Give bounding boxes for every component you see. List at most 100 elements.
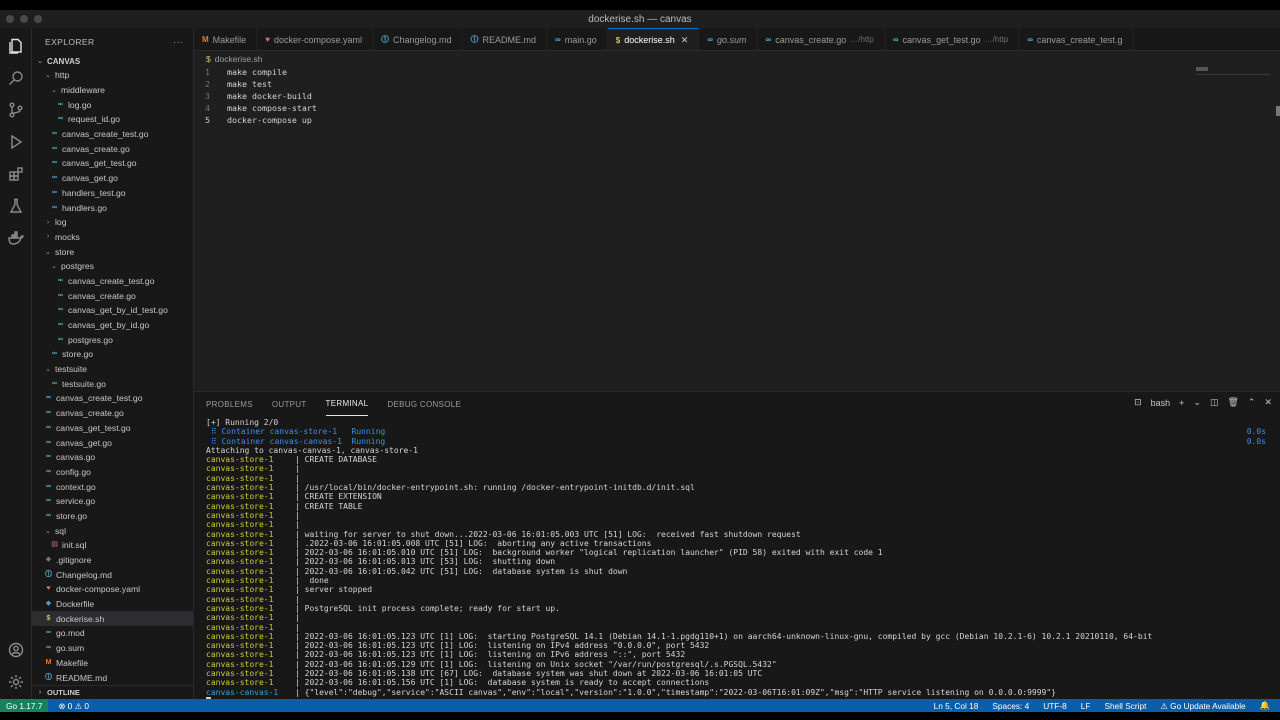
cursor-position-status[interactable]: Ln 5, Col 18 [934,701,979,711]
file-item[interactable]: ∞ canvas_create.go [32,141,193,156]
folder-item[interactable]: ⌄ testsuite [32,362,193,377]
file-item[interactable]: ∞ canvas_create.go [32,288,193,303]
editor-tab[interactable]: $ dockerise.sh ✕ [607,28,700,50]
breadcrumb[interactable]: $ dockerise.sh [194,51,1280,66]
close-window-button[interactable] [6,15,14,23]
terminal-shell-label[interactable]: bash [1151,398,1171,408]
file-item[interactable]: ∞ handlers_test.go [32,186,193,201]
code-line[interactable]: 5 docker-compose up [194,114,1280,126]
file-item[interactable]: ∞ canvas_get_by_id_test.go [32,303,193,318]
code-line[interactable]: 1 make compile [194,66,1280,78]
file-item[interactable]: ∞ canvas_get.go [32,435,193,450]
close-icon[interactable]: ✕ [1264,397,1272,408]
terminal-output[interactable]: [+] Running 2/0 ⠿ Container canvas-store… [206,418,1266,706]
extensions-icon[interactable] [6,164,26,184]
file-item[interactable]: ∞ canvas_get_test.go [32,421,193,436]
file-item[interactable]: ∞ canvas_create_test.go [32,127,193,142]
folder-item[interactable]: › mocks [32,230,193,245]
panel-tab-problems[interactable]: PROBLEMS [206,392,253,416]
panel-tab-terminal[interactable]: TERMINAL [325,392,369,416]
file-item[interactable]: ∞ canvas_create_test.go [32,274,193,289]
folder-item[interactable]: ⌄ postgres [32,259,193,274]
docker-icon[interactable] [6,228,26,248]
file-item[interactable]: ∞ canvas_create.go [32,406,193,421]
file-item[interactable]: ∞ go.sum [32,641,193,656]
editor-tab[interactable]: ⓵ Changelog.md [373,28,463,50]
file-item[interactable]: ∞ store.go [32,347,193,362]
file-item[interactable]: ♥ docker-compose.yaml [32,582,193,597]
file-item[interactable]: ∞ go.mod [32,626,193,641]
new-terminal-icon[interactable]: + [1179,398,1184,408]
file-item[interactable]: ∞ canvas_get_by_id.go [32,318,193,333]
file-item[interactable]: ∞ request_id.go [32,112,193,127]
file-item[interactable]: ▤ init.sql [32,538,193,553]
folder-item[interactable]: ⌄ http [32,68,193,83]
file-item[interactable]: $ dockerise.sh [32,611,193,627]
search-icon[interactable] [6,68,26,88]
minimap[interactable] [1196,65,1270,75]
minimize-window-button[interactable] [20,15,28,23]
file-item[interactable]: ∞ config.go [32,465,193,480]
code-editor[interactable]: $ dockerise.sh 1 make compile 2 make test 3 m… [194,51,1280,391]
account-icon[interactable] [6,640,26,660]
code-lines[interactable]: 1 make compile 2 make test 3 make docker-buil… [194,66,1280,126]
file-item[interactable]: ◆ Dockerfile [32,597,193,612]
file-item[interactable]: ∞ canvas_create_test.go [32,391,193,406]
breadcrumb-file[interactable]: dockerise.sh [215,54,263,64]
file-item[interactable]: ∞ testsuite.go [32,376,193,391]
folder-item[interactable]: ⌄ middleware [32,83,193,98]
file-item[interactable]: ∞ postgres.go [32,332,193,347]
window-controls[interactable] [6,15,42,23]
trash-icon[interactable]: 🗑 [1227,397,1238,408]
go-version-status[interactable]: Go 1.17.7 [0,699,49,712]
indentation-status[interactable]: Spaces: 4 [992,701,1029,711]
outline-section[interactable]: › OUTLINE [32,685,193,699]
explorer-icon[interactable] [6,36,26,56]
file-item[interactable]: ∞ canvas_get_test.go [32,156,193,171]
run-debug-icon[interactable] [6,132,26,152]
file-item[interactable]: ◆ .gitignore [32,553,193,568]
encoding-status[interactable]: UTF-8 [1043,701,1067,711]
more-actions-button[interactable]: ··· [173,37,183,47]
source-control-icon[interactable] [6,100,26,120]
split-terminal-icon[interactable]: ◫ [1210,397,1219,408]
editor-tab[interactable]: ♥ docker-compose.yaml [257,28,373,50]
panel-tab-output[interactable]: OUTPUT [272,392,307,416]
file-item[interactable]: ⓵ README.md [32,670,193,685]
code-line[interactable]: 2 make test [194,78,1280,90]
panel-tab-debug-console[interactable]: DEBUG CONSOLE [387,392,461,416]
close-tab-icon[interactable]: ✕ [681,35,689,46]
language-mode-status[interactable]: Shell Script [1104,701,1146,711]
editor-tab[interactable]: ⓵ README.md [463,28,548,50]
code-line[interactable]: 3 make docker-build [194,90,1280,102]
code-line[interactable]: 4 make compose-start [194,102,1280,114]
editor-tab[interactable]: M Makefile [194,28,258,50]
file-item[interactable]: ∞ canvas.go [32,450,193,465]
problems-status[interactable]: ⊗ 0 ⚠ 0 [58,701,89,711]
folder-item[interactable]: ⌄ sql [32,523,193,538]
eol-status[interactable]: LF [1081,701,1091,711]
file-item[interactable]: M Makefile [32,656,193,671]
editor-scrollbar[interactable] [1276,106,1280,116]
workspace-root[interactable]: ⌄ CANVAS [32,54,193,68]
folder-item[interactable]: › log [32,215,193,230]
file-item[interactable]: ∞ canvas_get.go [32,171,193,186]
notifications-bell-icon[interactable]: 🔔 [1260,700,1270,711]
editor-tab[interactable]: ∞ canvas_create.go …/http [758,28,885,50]
go-update-status[interactable]: ⚠ Go Update Available [1160,701,1245,711]
settings-gear-icon[interactable] [6,672,26,692]
file-item[interactable]: ∞ service.go [32,494,193,509]
editor-tab[interactable]: ∞ go.sum [699,28,758,50]
file-item[interactable]: ∞ handlers.go [32,200,193,215]
chevron-down-icon[interactable]: ⌄ [1193,397,1201,408]
file-item[interactable]: ∞ store.go [32,509,193,524]
file-item[interactable]: ⓵ Changelog.md [32,567,193,582]
file-item[interactable]: ∞ context.go [32,479,193,494]
testing-icon[interactable] [6,196,26,216]
editor-tab[interactable]: ∞ main.go [547,28,608,50]
file-item[interactable]: ∞ log.go [32,97,193,112]
editor-tab[interactable]: ∞ canvas_get_test.go …/http [885,28,1020,50]
chevron-up-icon[interactable]: ⌃ [1248,397,1256,408]
editor-tab[interactable]: ∞ canvas_create_test.g [1019,28,1134,50]
folder-item[interactable]: ⌄ store [32,244,193,259]
